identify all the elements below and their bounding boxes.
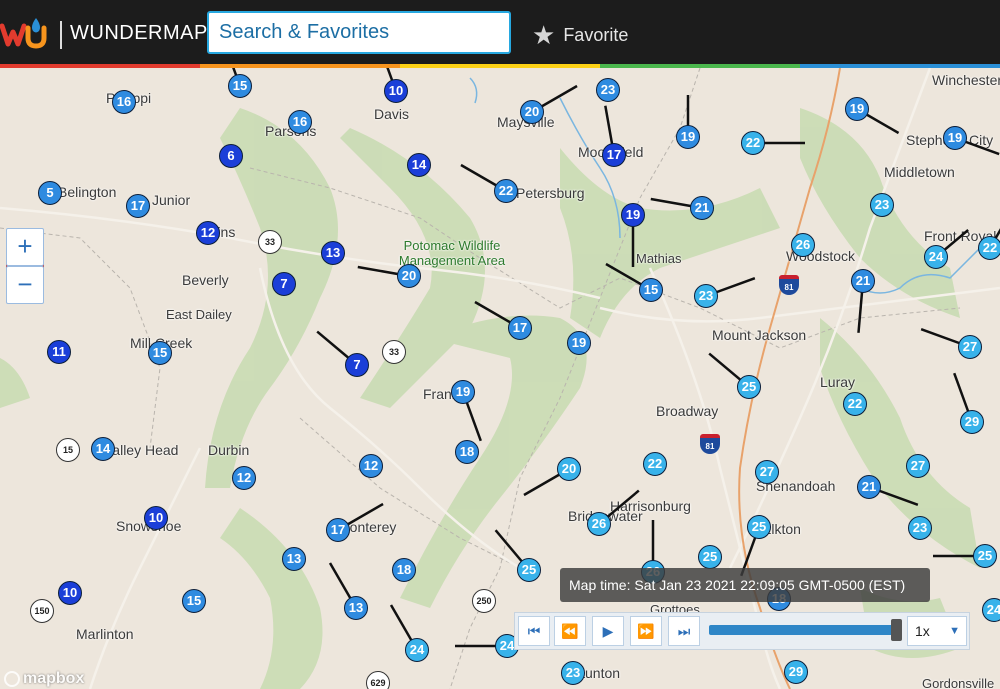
weather-station-marker[interactable]: 19 — [621, 203, 645, 227]
weather-station-marker[interactable]: 26 — [587, 512, 611, 536]
timeline-handle[interactable] — [891, 619, 902, 641]
animation-player: ⏮ ⏪ ▶ ⏩ ⏭ 1x ▼ — [514, 612, 970, 650]
top-bar: WUNDERMAP ★ Favorite — [0, 0, 1000, 70]
weather-station-marker[interactable]: 15 — [148, 341, 172, 365]
weather-station-marker[interactable]: 15 — [639, 278, 663, 302]
play-icon: ▶ — [602, 623, 614, 639]
weather-station-marker[interactable]: 20 — [520, 100, 544, 124]
weather-station-marker[interactable]: 15 — [228, 74, 252, 98]
weather-station-marker[interactable]: 19 — [451, 380, 475, 404]
weather-station-marker[interactable]: 13 — [321, 241, 345, 265]
skip-end-icon: ⏭ — [677, 623, 691, 639]
weather-station-marker[interactable]: 20 — [557, 457, 581, 481]
weather-station-marker[interactable]: 7 — [272, 272, 296, 296]
rewind-icon: ⏪ — [561, 623, 579, 639]
mapbox-logo-icon — [4, 671, 20, 687]
weather-station-marker[interactable]: 17 — [508, 316, 532, 340]
weather-station-marker[interactable]: 12 — [359, 454, 383, 478]
weather-station-marker[interactable]: 10 — [384, 79, 408, 103]
weather-station-marker[interactable]: 24 — [405, 638, 429, 662]
rewind-button[interactable]: ⏪ — [554, 616, 586, 646]
weather-station-marker[interactable]: 29 — [960, 410, 984, 434]
weather-station-marker[interactable]: 14 — [407, 153, 431, 177]
weather-station-marker[interactable]: 24 — [924, 245, 948, 269]
weather-station-marker[interactable]: 25 — [737, 375, 761, 399]
weather-station-marker[interactable]: 27 — [958, 335, 982, 359]
mapbox-attribution[interactable]: mapbox — [4, 670, 84, 688]
timeline-track[interactable] — [709, 625, 895, 635]
speed-value: 1x — [915, 623, 930, 639]
speed-select[interactable]: 1x ▼ — [907, 616, 967, 646]
weather-station-marker[interactable]: 16 — [112, 90, 136, 114]
weather-station-marker[interactable]: 23 — [908, 516, 932, 540]
logo-divider — [60, 21, 62, 49]
weather-station-marker[interactable]: 19 — [845, 97, 869, 121]
skip-start-icon: ⏮ — [527, 623, 541, 639]
weather-station-marker[interactable]: 7 — [345, 353, 369, 377]
play-button[interactable]: ▶ — [592, 616, 624, 646]
weather-station-marker[interactable]: 19 — [676, 125, 700, 149]
weather-station-marker[interactable]: 22 — [978, 236, 1000, 260]
brand-name[interactable]: WUNDERMAP — [70, 22, 208, 45]
weather-station-marker[interactable]: 23 — [596, 78, 620, 102]
skip-to-start-button[interactable]: ⏮ — [518, 616, 550, 646]
weather-station-marker[interactable]: 21 — [851, 269, 875, 293]
weather-station-marker[interactable]: 18 — [455, 440, 479, 464]
weather-station-marker[interactable]: 21 — [690, 196, 714, 220]
zoom-in-button[interactable]: + — [6, 228, 44, 266]
weather-station-marker[interactable]: 22 — [741, 131, 765, 155]
weather-station-marker[interactable]: 23 — [870, 193, 894, 217]
weather-station-marker[interactable]: 25 — [973, 544, 997, 568]
weather-station-marker[interactable]: 22 — [843, 392, 867, 416]
weather-station-marker[interactable]: 25 — [517, 558, 541, 582]
weather-station-marker[interactable]: 16 — [288, 110, 312, 134]
weather-station-marker[interactable]: 10 — [144, 506, 168, 530]
weather-station-marker[interactable]: 29 — [784, 660, 808, 684]
weather-station-marker[interactable]: 25 — [698, 545, 722, 569]
weather-station-marker[interactable]: 15 — [182, 589, 206, 613]
wu-logo-icon[interactable] — [0, 14, 52, 54]
weather-station-marker[interactable]: 10 — [58, 581, 82, 605]
fast-forward-button[interactable]: ⏩ — [630, 616, 662, 646]
mapbox-label: mapbox — [23, 670, 85, 687]
weather-station-marker[interactable]: 17 — [126, 194, 150, 218]
fast-forward-icon: ⏩ — [637, 623, 655, 639]
favorite-label: Favorite — [563, 24, 629, 45]
weather-station-marker[interactable]: 23 — [561, 661, 585, 685]
weather-station-marker[interactable]: 19 — [567, 331, 591, 355]
weather-station-marker[interactable]: 17 — [326, 518, 350, 542]
weather-station-marker[interactable]: 22 — [494, 179, 518, 203]
weather-station-marker[interactable]: 26 — [791, 233, 815, 257]
zoom-out-button[interactable]: − — [6, 266, 44, 304]
favorite-button[interactable]: ★ Favorite — [532, 18, 628, 52]
weather-station-marker[interactable]: 23 — [694, 284, 718, 308]
weather-station-marker[interactable]: 18 — [392, 558, 416, 582]
weather-station-marker[interactable]: 21 — [857, 475, 881, 499]
weather-station-marker[interactable]: 24 — [982, 598, 1000, 622]
weather-station-marker[interactable]: 22 — [643, 452, 667, 476]
star-icon: ★ — [532, 20, 556, 50]
weather-station-marker[interactable]: 27 — [755, 460, 779, 484]
weather-station-marker[interactable]: 6 — [219, 144, 243, 168]
search-input[interactable] — [207, 11, 511, 54]
weather-station-marker[interactable]: 5 — [38, 181, 62, 205]
weather-station-marker[interactable]: 13 — [344, 596, 368, 620]
weather-station-marker[interactable]: 27 — [906, 454, 930, 478]
chevron-down-icon: ▼ — [949, 625, 960, 637]
weather-station-marker[interactable]: 25 — [747, 515, 771, 539]
skip-to-end-button[interactable]: ⏭ — [668, 616, 700, 646]
weather-station-marker[interactable]: 11 — [47, 340, 71, 364]
map-time-readout: Map time: Sat Jan 23 2021 22:09:05 GMT-0… — [560, 568, 930, 602]
weather-station-marker[interactable]: 14 — [91, 437, 115, 461]
weather-station-marker[interactable]: 12 — [196, 221, 220, 245]
weather-station-marker[interactable]: 13 — [282, 547, 306, 571]
weather-station-marker[interactable]: 12 — [232, 466, 256, 490]
weather-station-marker[interactable]: 17 — [602, 143, 626, 167]
weather-station-marker[interactable]: 20 — [397, 264, 421, 288]
weather-station-marker[interactable]: 19 — [943, 126, 967, 150]
